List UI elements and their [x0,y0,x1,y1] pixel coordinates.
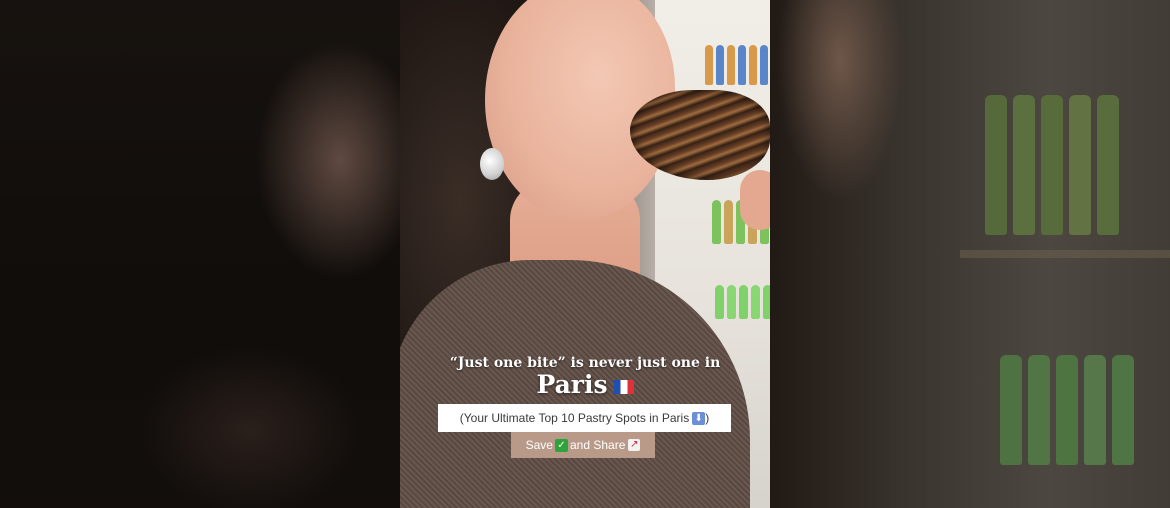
france-flag-icon [613,379,634,394]
earring [480,148,504,180]
caption-headline: “Just one bite” is never just one in [449,355,721,371]
chart-increasing-icon: ↗ [628,439,641,451]
check-mark-icon: ✓ [554,438,568,452]
caption-subtitle-box: (Your Ultimate Top 10 Pastry Spots in Pa… [438,404,731,432]
blurred-right-panel [770,0,1170,508]
caption-city: Paris [400,370,770,399]
bottle-row [1000,355,1134,465]
bottle-row [985,95,1119,235]
bottle-row [705,45,768,85]
hand [740,170,770,230]
city-name: Paris [536,370,608,399]
bottle-row [715,285,770,319]
share-text: and Share [569,438,626,452]
caption-subtitle: (Your Ultimate Top 10 Pastry Spots in Pa… [459,411,690,425]
blurred-left-panel [0,0,400,508]
down-arrow-icon: ⬇ [692,411,706,425]
caption-subtitle-close: ) [705,411,710,425]
save-share-box: Save ✓ and Share ↗ [511,432,655,458]
save-text: Save [525,438,553,452]
shelf [960,250,1170,258]
